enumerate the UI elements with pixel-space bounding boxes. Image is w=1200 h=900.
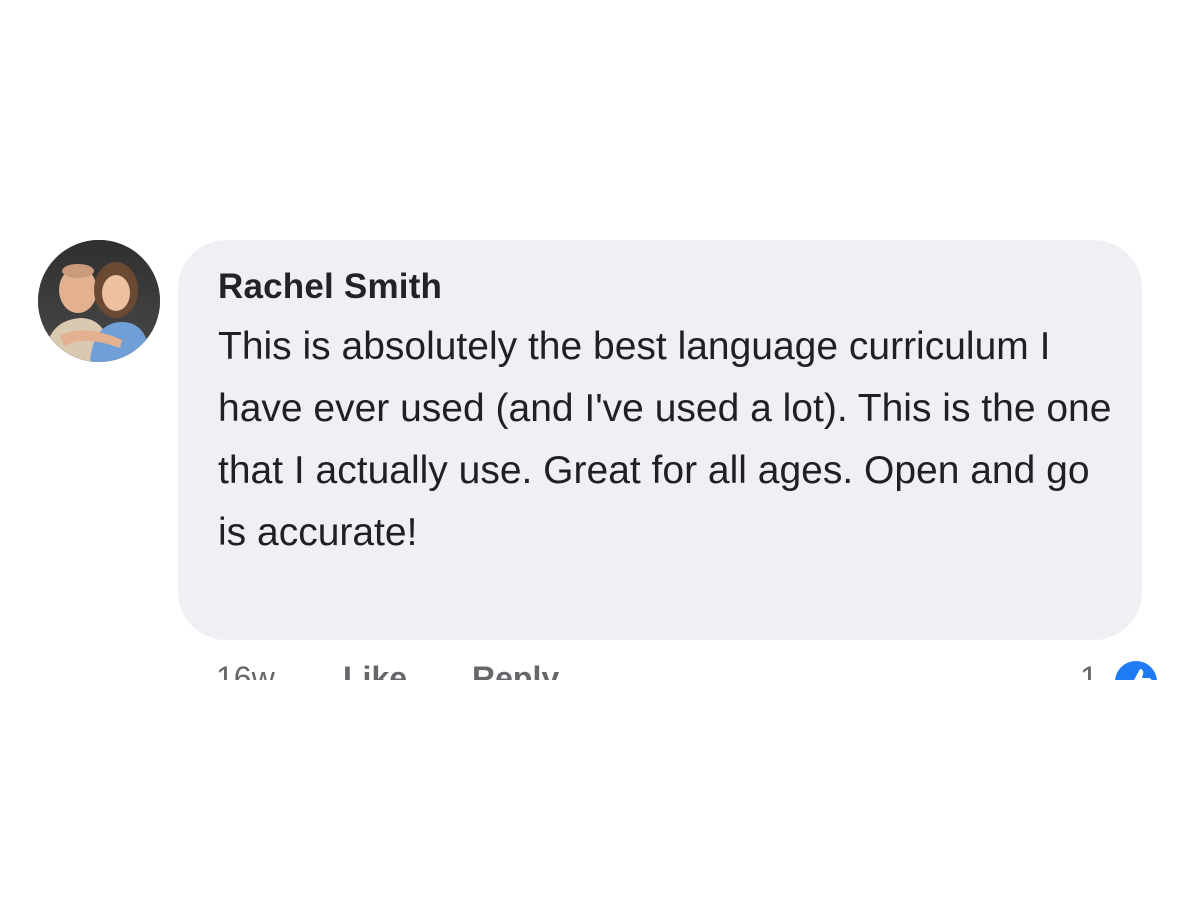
profile-photo (38, 240, 160, 362)
comment-bubble: Rachel Smith This is absolutely the best… (178, 240, 1142, 640)
comment-author[interactable]: Rachel Smith (218, 262, 1102, 312)
comment-text: This is absolutely the best language cur… (218, 325, 1112, 554)
like-button[interactable]: Like (343, 658, 407, 680)
reply-button[interactable]: Reply (472, 658, 559, 680)
thumbs-up-icon[interactable] (1112, 658, 1160, 680)
comment-actions: 16w Like Reply 1 (178, 650, 1178, 680)
comment-timestamp[interactable]: 16w (216, 658, 275, 680)
avatar[interactable] (38, 240, 160, 362)
comment-screen: Rachel Smith This is absolutely the best… (0, 0, 1200, 900)
reaction-count[interactable]: 1 (1080, 658, 1098, 680)
